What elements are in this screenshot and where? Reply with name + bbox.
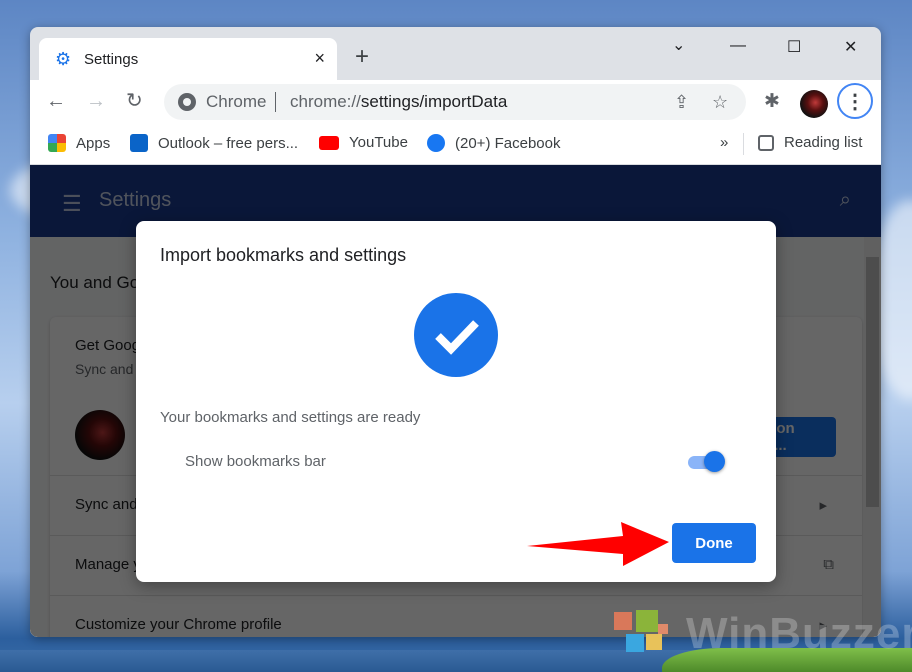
bookmark-facebook[interactable]: (20+) Facebook	[427, 134, 560, 152]
tab-close-icon[interactable]: ×	[314, 48, 325, 69]
gear-icon: ⚙	[55, 49, 72, 69]
toggle-label: Show bookmarks bar	[185, 453, 326, 470]
apps-grid-icon	[48, 134, 66, 152]
youtube-icon	[319, 135, 339, 150]
new-tab-button[interactable]: +	[355, 45, 369, 69]
status-text: Your bookmarks and settings are ready	[160, 409, 421, 426]
success-check-icon	[414, 293, 498, 377]
omnibox-divider	[275, 92, 276, 112]
bookmarks-overflow-button[interactable]: »	[720, 134, 728, 151]
facebook-icon	[427, 134, 445, 152]
reload-button[interactable]: ↻	[126, 90, 143, 112]
bookmark-apps[interactable]: Apps	[48, 134, 110, 152]
tab-title: Settings	[84, 50, 139, 68]
reading-list-icon	[758, 134, 774, 151]
bookmark-youtube[interactable]: YouTube	[319, 134, 408, 151]
extensions-puzzle-icon[interactable]: ✱	[764, 90, 780, 113]
close-window-button[interactable]: ✕	[844, 37, 857, 57]
forward-button[interactable]: →	[86, 90, 106, 112]
minimize-button[interactable]: —	[730, 37, 746, 55]
maximize-button[interactable]: ☐	[787, 37, 801, 57]
done-button[interactable]: Done	[672, 523, 756, 563]
show-bookmarks-bar-toggle[interactable]	[686, 451, 726, 473]
reading-list-button[interactable]: Reading list	[758, 134, 862, 151]
address-bar[interactable]: Chrome chrome://settings/importData ⇪ ☆	[164, 84, 746, 120]
toolbar: ← → ↻ Chrome chrome://settings/importDat…	[30, 80, 881, 124]
bookmarks-divider	[743, 133, 744, 155]
tab-strip: ⚙ Settings × + ⌄ — ☐ ✕	[30, 27, 881, 80]
red-arrow-annotation	[527, 522, 669, 566]
bookmark-outlook[interactable]: Outlook – free pers...	[130, 134, 298, 152]
omnibox-chip: Chrome	[206, 92, 267, 111]
url-text[interactable]: chrome://settings/importData	[290, 92, 507, 112]
bookmarks-bar: Apps Outlook – free pers... YouTube (20+…	[30, 124, 881, 165]
winbuzzer-logo-icon	[614, 610, 668, 652]
profile-avatar[interactable]	[800, 90, 828, 118]
back-button[interactable]: ←	[46, 90, 66, 112]
dialog-title: Import bookmarks and settings	[160, 245, 407, 265]
watermark-text: WinBuzzer	[686, 609, 912, 658]
chrome-logo-icon	[178, 93, 196, 111]
import-dialog: Import bookmarks and settings Your bookm…	[136, 221, 776, 582]
watermark: WinBuzzer	[608, 604, 912, 664]
outlook-icon	[130, 134, 148, 152]
star-icon[interactable]: ☆	[712, 92, 728, 113]
tab-settings[interactable]: ⚙ Settings ×	[39, 38, 337, 80]
tab-search-icon[interactable]: ⌄	[672, 35, 685, 55]
share-icon[interactable]: ⇪	[674, 92, 689, 113]
menu-kebab-icon[interactable]: ⋮	[837, 83, 873, 119]
toggle-knob	[704, 451, 725, 472]
